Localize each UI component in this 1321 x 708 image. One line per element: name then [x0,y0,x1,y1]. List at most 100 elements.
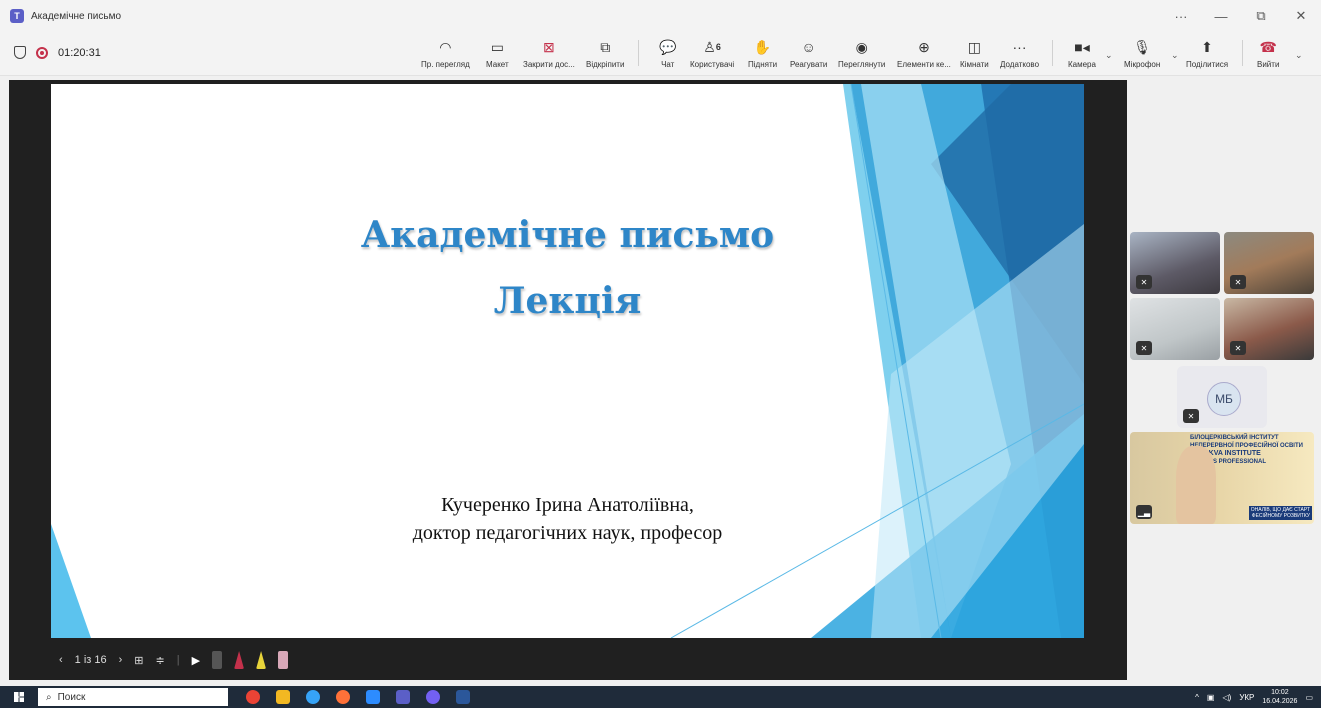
firefox-icon[interactable] [336,690,350,704]
mic-off-icon: ✕ [1136,275,1152,289]
windows-start-icon[interactable] [14,692,24,702]
language-indicator[interactable]: УКР [1239,693,1254,702]
people-count: 6 [715,42,721,52]
mic-off-icon: ✕ [1230,275,1246,289]
title-bar: T Академічне письмо ··· — ⧉ ✕ [0,0,1321,32]
more-button[interactable]: ··· Додатково [1000,38,1039,69]
edge-icon[interactable] [306,690,320,704]
participant-tile[interactable]: МБ ✕ [1177,366,1267,428]
camera-chevron-icon[interactable]: ⌄ [1105,50,1113,61]
search-icon: ⌕ [46,691,52,703]
share-label: Поділитися [1186,60,1229,69]
slide-counter: 1 із 16 [74,654,107,666]
view-label: Переглянути [838,60,886,69]
chat-icon: 💬 [659,38,677,55]
mic-off-icon: ✕ [1136,341,1152,355]
prev-slide-icon[interactable]: ‹ [59,654,63,666]
close-window-button[interactable]: ✕ [1281,0,1321,32]
search-placeholder: Поиск [57,691,86,703]
taskbar-search[interactable]: ⌕ Поиск [38,688,228,706]
react-label: Реагувати [790,60,828,69]
banner-line: ФЕСІЙНОМУ РОЗВИТКУ [1251,513,1310,519]
clock-time: 10:02 [1271,689,1289,696]
preview-label: Пр. перегляд [421,60,470,69]
window-title: Академічне письмо [31,10,122,22]
apps-label: Елементи ке... [897,60,951,69]
pointer-icon[interactable]: ▶ [192,654,200,667]
camera-icon: ■◂ [1074,38,1090,55]
unpin-label: Відкріпити [586,60,625,69]
close-share-icon: ⊠ [543,38,555,55]
presentation-slide: Академічне письмо Лекція Кучеренко Ірина… [51,84,1084,638]
clock-date: 16.04.2026 [1262,698,1298,705]
viber-icon[interactable] [426,690,440,704]
volume-icon[interactable]: ◁) [1222,693,1231,702]
preview-button[interactable]: ◠ Пр. перегляд [421,38,470,70]
mic-label: Мікрофон [1124,60,1161,69]
view-button[interactable]: ◉ Переглянути [838,38,886,70]
eraser-icon[interactable] [212,651,223,669]
highlighter-icon[interactable] [256,651,267,669]
windows-taskbar: ⌕ Поиск ^ ▣ ◁) УКР 10:02 16.04.2026 ▭ [0,686,1321,708]
stop-sharing-label: Закрити дос... [523,60,575,69]
layout-icon: ▭ [490,38,504,55]
more-options-button[interactable]: ··· [1161,0,1201,32]
slide-subtitle: Лекція [493,280,642,322]
teams-icon[interactable] [396,690,410,704]
pink-pen-icon[interactable] [278,651,289,669]
slide-background-graphics [51,84,1084,638]
camera-button[interactable]: ■◂ Камера [1068,38,1096,70]
chevron-up-icon[interactable]: ^ [1195,693,1199,702]
teams-icon: T [10,9,24,23]
people-button[interactable]: ♙ 6 Користувачі [690,38,735,70]
file-explorer-icon[interactable] [276,690,290,704]
grid-view-icon[interactable]: ⊞ [134,654,143,667]
minimize-button[interactable]: — [1201,0,1241,32]
banner-line: БІЛОЦЕРКІВСЬКИЙ ІНСТИТУТ [1190,435,1279,441]
slide-author: Кучеренко Ірина Анатоліївна, [441,494,694,516]
slide-title: Академічне письмо [360,214,775,256]
chat-button[interactable]: 💬 Чат [659,38,677,70]
leave-button[interactable]: ☎ Вийти [1257,38,1280,70]
word-icon[interactable] [456,690,470,704]
apps-button[interactable]: ⊕ Елементи ке... [897,38,951,70]
mic-button[interactable]: 🎙 Мікрофон [1124,38,1161,70]
mic-off-icon: ✕ [1183,409,1199,423]
participant-tile[interactable]: ✕ [1130,298,1220,360]
network-icon[interactable]: ▣ [1207,693,1215,702]
layout-button[interactable]: ▭ Макет [486,38,509,70]
unpin-button[interactable]: ⧉ Відкріпити [586,38,625,70]
raise-hand-button[interactable]: ✋ Підняти [748,38,778,70]
more-label: Додатково [1000,60,1040,69]
raise-hand-label: Підняти [748,60,778,69]
share-icon: ⬆ [1201,38,1213,55]
share-button[interactable]: ⬆ Поділитися [1186,38,1229,70]
red-pen-icon[interactable] [234,651,245,669]
popout-icon: ⧉ [600,38,611,55]
clock[interactable]: 10:02 16.04.2026 [1262,688,1297,706]
leave-label: Вийти [1257,60,1280,69]
smile-icon: ☺ [801,39,816,55]
mic-off-icon: ✕ [1230,341,1246,355]
react-button[interactable]: ☺ Реагувати [790,38,827,69]
people-label: Користувачі [690,60,735,69]
microphone-icon: 🎙 [1133,38,1152,55]
participant-tile[interactable]: ✕ [1224,298,1314,360]
next-slide-icon[interactable]: › [119,654,123,666]
rooms-button[interactable]: ◫ Кімнати [960,38,989,70]
notification-icon[interactable]: ▭ [1305,693,1313,702]
active-speaker-tile[interactable]: БІЛОЦЕРКІВСЬКИЙ ІНСТИТУТ НЕПЕРЕРВНОЇ ПРО… [1130,432,1314,524]
chat-label: Чат [661,60,675,69]
stop-sharing-button[interactable]: ⊠ Закрити дос... [523,38,575,70]
chrome-icon[interactable] [246,690,260,704]
participant-tile[interactable]: ✕ [1224,232,1314,294]
participant-tile[interactable]: ✕ [1130,232,1220,294]
settings-icon[interactable]: ≑ [156,654,165,667]
restore-button[interactable]: ⧉ [1241,0,1281,32]
mic-chevron-icon[interactable]: ⌄ [1171,50,1179,61]
layout-label: Макет [486,60,509,69]
meeting-timer: 01:20:31 [58,46,101,59]
leave-chevron-icon[interactable]: ⌄ [1295,50,1303,61]
meeting-toolbar: 01:20:31 ◠ Пр. перегляд ▭ Макет ⊠ Закрити д… [0,32,1321,76]
zoom-icon[interactable] [366,690,380,704]
